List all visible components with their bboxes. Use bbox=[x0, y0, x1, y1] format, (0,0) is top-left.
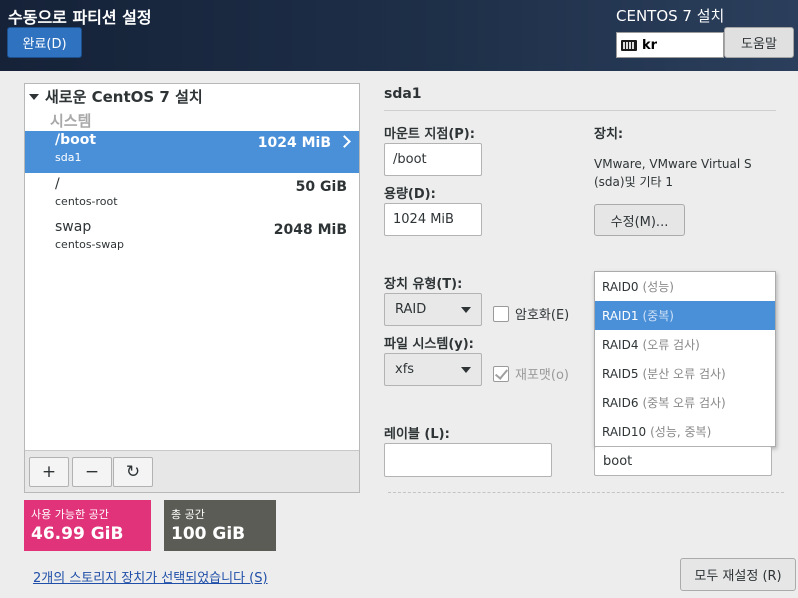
device-type-value: RAID bbox=[395, 302, 427, 317]
remove-partition-button[interactable]: − bbox=[72, 457, 112, 487]
mount-point-input[interactable]: /boot bbox=[384, 143, 482, 176]
partition-size: 2048 MiB bbox=[273, 222, 347, 238]
partition-tree-panel: 새로운 CentOS 7 설치 시스템 /boot sda1 1024 MiB … bbox=[24, 83, 360, 493]
storage-devices-link[interactable]: 2개의 스토리지 장치가 선택되었습니다 (S) bbox=[33, 567, 268, 586]
partition-mount: /boot bbox=[55, 132, 97, 148]
dropdown-arrow-icon bbox=[461, 306, 471, 313]
partition-row-root[interactable]: / centos-root 50 GiB bbox=[25, 175, 359, 217]
raid-desc: (성능) bbox=[642, 280, 674, 294]
total-space-box: 총 공간 100 GiB bbox=[164, 500, 276, 551]
partition-size: 50 GiB bbox=[295, 179, 347, 195]
keyboard-icon bbox=[621, 39, 637, 51]
filesystem-label: 파일 시스템(y): bbox=[384, 337, 474, 352]
chevron-right-icon bbox=[338, 135, 351, 148]
checkbox-box[interactable] bbox=[493, 305, 509, 322]
partition-size: 1024 MiB bbox=[257, 135, 331, 151]
raid-level: RAID0 bbox=[602, 279, 639, 294]
raid-level: RAID1 bbox=[602, 308, 639, 323]
raid-level: RAID6 bbox=[602, 395, 639, 410]
device-type-label: 장치 유형(T): bbox=[384, 277, 463, 292]
partition-row-swap[interactable]: swap centos-swap 2048 MiB bbox=[25, 218, 359, 260]
product-title: CENTOS 7 설치 bbox=[616, 7, 725, 25]
partition-mount: swap bbox=[55, 219, 92, 235]
raid-option-raid5[interactable]: RAID5 (분산 오류 검사) bbox=[595, 359, 775, 388]
tree-root[interactable]: 새로운 CentOS 7 설치 bbox=[29, 86, 203, 107]
devices-text-line2: (sda)및 기타 1 bbox=[594, 175, 673, 189]
divider bbox=[384, 110, 776, 111]
raid-desc: (성능, 중복) bbox=[650, 425, 712, 439]
raid-desc: (중복 오류 검사) bbox=[642, 396, 726, 410]
available-space-value: 46.99 GiB bbox=[31, 524, 124, 544]
group-label-system: 시스템 bbox=[50, 112, 92, 130]
expander-down-icon[interactable] bbox=[29, 93, 39, 100]
dashed-divider bbox=[388, 492, 784, 493]
header-bar: 수동으로 파티션 설정 완료(D) CENTOS 7 설치 kr 도움말 bbox=[0, 0, 798, 71]
raid-level: RAID4 bbox=[602, 337, 639, 352]
label-input[interactable] bbox=[384, 443, 552, 477]
raid-option-raid0[interactable]: RAID0 (성능) bbox=[595, 272, 775, 301]
refresh-button[interactable]: ↻ bbox=[113, 457, 153, 487]
partition-device: centos-swap bbox=[55, 238, 124, 251]
raid-level: RAID5 bbox=[602, 366, 639, 381]
partition-device: centos-root bbox=[55, 195, 118, 208]
raid-option-raid6[interactable]: RAID6 (중복 오류 검사) bbox=[595, 388, 775, 417]
keyboard-layout-indicator[interactable]: kr bbox=[616, 32, 724, 58]
tree-root-label: 새로운 CentOS 7 설치 bbox=[45, 88, 203, 106]
reset-all-button[interactable]: 모두 재설정 (R) bbox=[680, 558, 796, 591]
raid-option-raid4[interactable]: RAID4 (오류 검사) bbox=[595, 330, 775, 359]
partition-device: sda1 bbox=[55, 151, 82, 164]
reformat-checkbox[interactable]: 재포맷(o) bbox=[493, 364, 569, 383]
partition-toolbar: + − ↻ bbox=[25, 450, 359, 492]
raid-option-raid1[interactable]: RAID1 (중복) bbox=[595, 301, 775, 330]
label-field-label: 레이블 (L): bbox=[384, 427, 450, 442]
page-title: 수동으로 파티션 설정 bbox=[8, 8, 152, 27]
raid-level: RAID10 bbox=[602, 424, 647, 439]
add-partition-button[interactable]: + bbox=[29, 457, 69, 487]
available-space-box: 사용 가능한 공간 46.99 GiB bbox=[24, 500, 151, 551]
devices-text-line1: VMware, VMware Virtual S bbox=[594, 157, 752, 171]
filesystem-combo[interactable]: xfs bbox=[384, 353, 482, 386]
raid-option-raid10[interactable]: RAID10 (성능, 중복) bbox=[595, 417, 775, 446]
devices-label: 장치: bbox=[594, 127, 624, 142]
device-type-combo[interactable]: RAID bbox=[384, 293, 482, 326]
available-space-label: 사용 가능한 공간 bbox=[31, 508, 109, 521]
partition-mount: / bbox=[55, 176, 60, 192]
raid-desc: (오류 검사) bbox=[642, 338, 700, 352]
modify-button[interactable]: 수정(M)... bbox=[594, 204, 685, 236]
partition-row-boot[interactable]: /boot sda1 1024 MiB bbox=[25, 131, 359, 173]
encrypt-checkbox[interactable]: 암호화(E) bbox=[493, 304, 569, 323]
capacity-input[interactable]: 1024 MiB bbox=[384, 203, 482, 236]
reformat-label: 재포맷(o) bbox=[515, 368, 569, 383]
devices-info: VMware, VMware Virtual S (sda)및 기타 1 bbox=[594, 155, 784, 191]
capacity-label: 용량(D): bbox=[384, 187, 436, 202]
encrypt-label: 암호화(E) bbox=[515, 308, 570, 323]
help-button[interactable]: 도움말 bbox=[724, 27, 794, 58]
device-title: sda1 bbox=[384, 86, 422, 102]
raid-desc: (분산 오류 검사) bbox=[642, 367, 726, 381]
done-button[interactable]: 완료(D) bbox=[7, 27, 82, 58]
name-input[interactable]: boot bbox=[594, 446, 772, 476]
dropdown-arrow-icon bbox=[461, 366, 471, 373]
total-space-label: 총 공간 bbox=[171, 508, 205, 521]
checkbox-box[interactable] bbox=[493, 365, 509, 382]
mount-point-label: 마운트 지점(P): bbox=[384, 127, 475, 142]
filesystem-value: xfs bbox=[395, 362, 415, 377]
total-space-value: 100 GiB bbox=[171, 524, 246, 544]
keyboard-layout-text: kr bbox=[642, 37, 658, 53]
raid-level-dropdown[interactable]: RAID0 (성능) RAID1 (중복) RAID4 (오류 검사) RAID5 (분… bbox=[594, 271, 776, 447]
raid-desc: (중복) bbox=[642, 309, 674, 323]
